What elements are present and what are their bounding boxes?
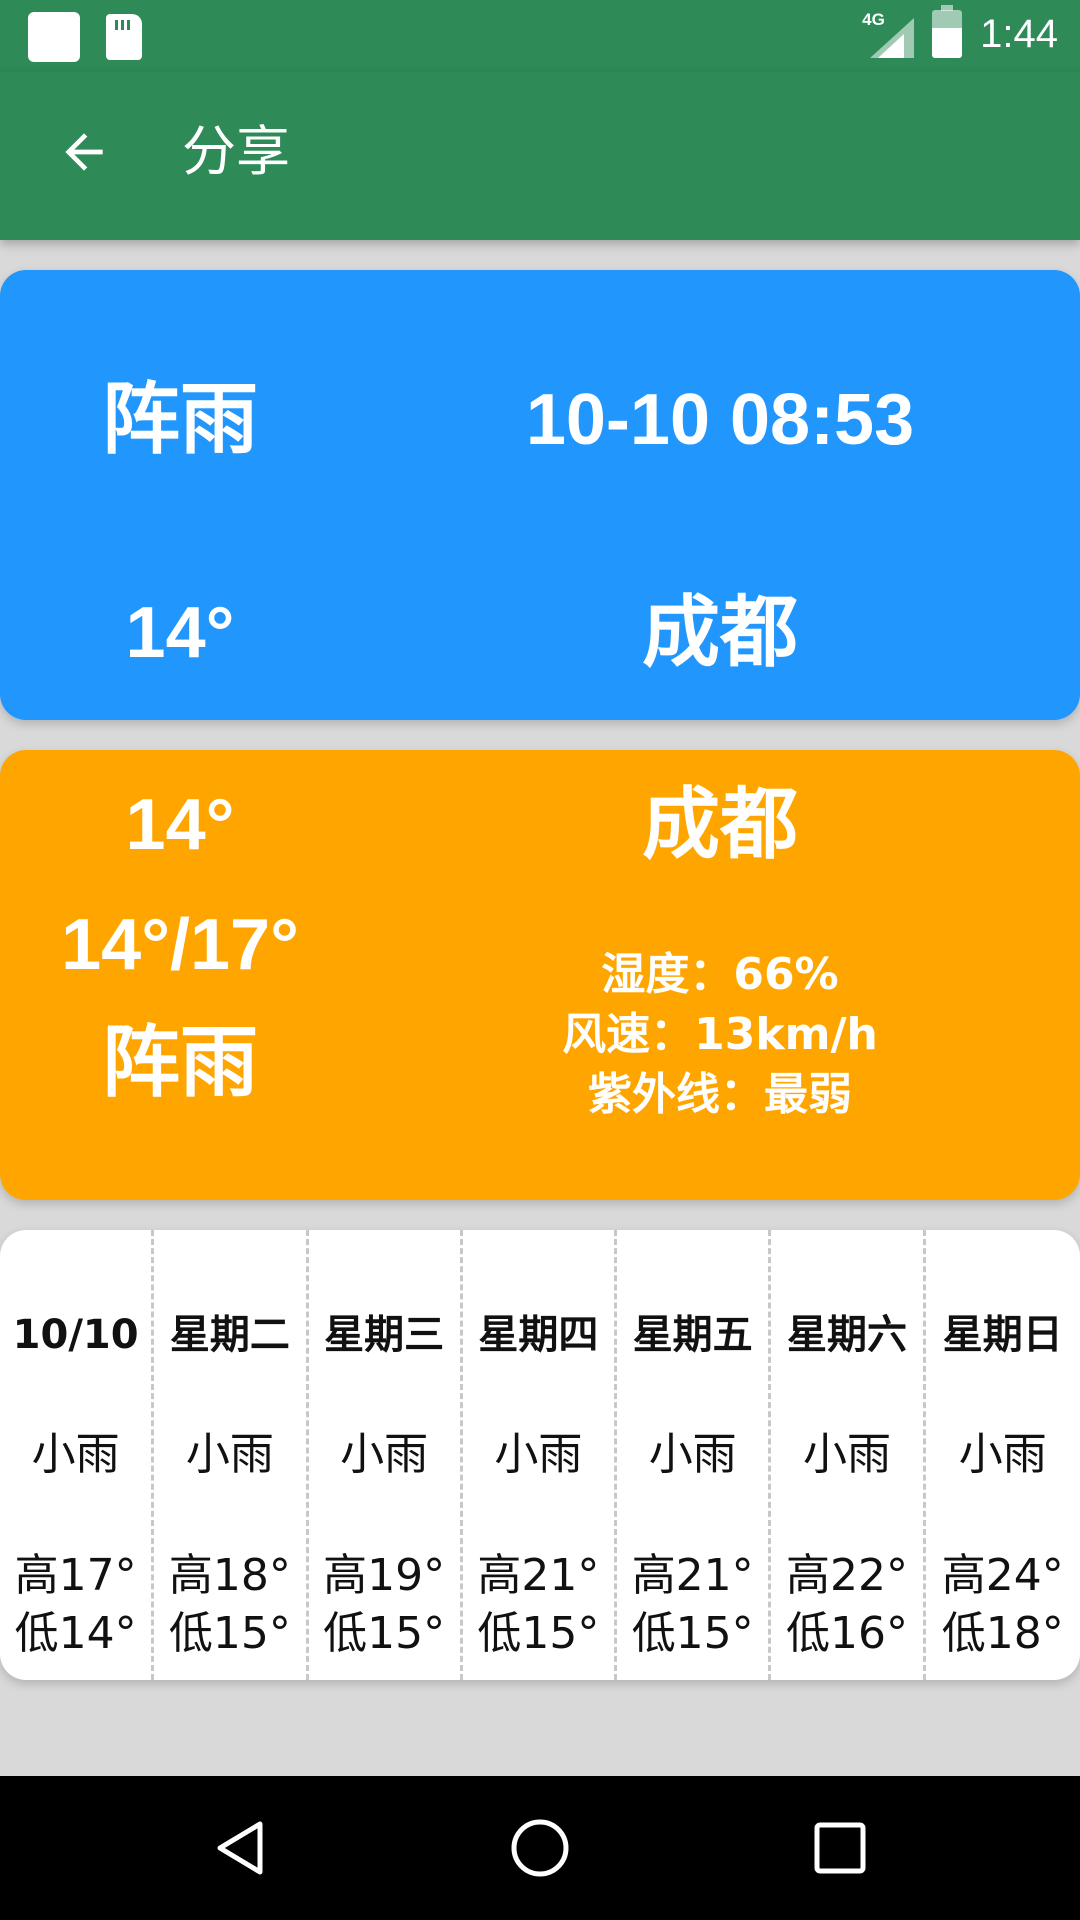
forecast-day-label: 星期四 xyxy=(478,1312,599,1358)
forecast-condition: 小雨 xyxy=(31,1429,120,1480)
forecast-day-label: 星期二 xyxy=(169,1312,290,1358)
nav-recents-button[interactable] xyxy=(790,1798,890,1898)
cell-signal-icon: 4G xyxy=(862,10,915,58)
forecast-high: 高21° xyxy=(631,1550,754,1601)
circle-home-icon xyxy=(511,1819,569,1877)
update-datetime: 10-10 08:53 xyxy=(525,380,915,460)
forecast-high: 高21° xyxy=(477,1550,600,1601)
forecast-day: 星期二 小雨 高18° 低15° xyxy=(154,1230,309,1680)
forecast-low: 低14° xyxy=(14,1608,137,1659)
current-condition: 阵雨 xyxy=(101,375,258,465)
sd-card-icon xyxy=(106,14,142,60)
forecast-day: 星期日 小雨 高24° 低18° xyxy=(926,1230,1080,1680)
forecast-high: 高19° xyxy=(323,1550,446,1601)
forecast-high: 高18° xyxy=(168,1550,291,1601)
forecast-high: 高17° xyxy=(14,1550,137,1601)
forecast-day: 星期四 小雨 高21° 低15° xyxy=(463,1230,618,1680)
forecast-low: 低15° xyxy=(631,1608,754,1659)
forecast-high: 高24° xyxy=(941,1550,1064,1601)
system-nav-bar xyxy=(0,1776,1080,1920)
wind-speed-text: 风速：13km/h xyxy=(562,1009,878,1060)
detail-temperature: 14° xyxy=(125,785,235,865)
nav-back-button[interactable] xyxy=(190,1798,290,1898)
arrow-left-icon xyxy=(65,133,103,171)
forecast-day-label: 星期三 xyxy=(324,1312,445,1358)
forecast-day: 星期六 小雨 高22° 低16° xyxy=(771,1230,926,1680)
status-bar: 4G 1:44 xyxy=(0,0,1080,72)
current-temperature: 14° xyxy=(125,593,235,673)
page-title: 分享 xyxy=(182,120,290,183)
forecast-condition: 小雨 xyxy=(648,1429,737,1480)
forecast-low: 低16° xyxy=(785,1608,908,1659)
forecast-day-label: 星期六 xyxy=(786,1312,907,1358)
forecast-day-label: 星期日 xyxy=(942,1312,1063,1358)
city-name: 成都 xyxy=(641,588,798,678)
weather-details: 湿度：66% 风速：13km/h 紫外线：最弱 xyxy=(420,945,1020,1125)
forecast-day: 星期五 小雨 高21° 低15° xyxy=(617,1230,772,1680)
current-weather-card: 阵雨 10-10 08:53 14° 成都 xyxy=(0,270,1080,720)
forecast-condition: 小雨 xyxy=(494,1429,583,1480)
forecast-day-label: 星期五 xyxy=(632,1312,753,1358)
forecast-day: 星期三 小雨 高19° 低15° xyxy=(309,1230,463,1680)
nav-home-button[interactable] xyxy=(490,1798,590,1898)
forecast-condition: 小雨 xyxy=(802,1429,891,1480)
square-recents-icon xyxy=(814,1822,866,1874)
forecast-condition: 小雨 xyxy=(185,1429,274,1480)
forecast-card: 10/10 小雨 高17° 低14° 星期二 小雨 高18° 低15° 星期三 … xyxy=(0,1230,1080,1680)
forecast-condition: 小雨 xyxy=(958,1429,1047,1480)
forecast-low: 低15° xyxy=(323,1608,446,1659)
back-button[interactable] xyxy=(44,112,124,192)
forecast-high: 高22° xyxy=(785,1550,908,1601)
triangle-back-icon xyxy=(217,1821,263,1875)
status-icons: 4G 1:44 xyxy=(862,5,1058,58)
forecast-low: 低18° xyxy=(941,1608,1064,1659)
forecast-low: 低15° xyxy=(477,1608,600,1659)
temperature-range: 14°/17° xyxy=(61,905,299,985)
notification-icons xyxy=(28,12,142,62)
detail-city-name: 成都 xyxy=(641,780,798,870)
forecast-low: 低15° xyxy=(168,1608,291,1659)
app-bar: 分享 xyxy=(0,72,1080,240)
battery-icon xyxy=(932,5,963,58)
detail-condition: 阵雨 xyxy=(101,1018,258,1108)
forecast-day: 10/10 小雨 高17° 低14° xyxy=(0,1230,155,1680)
weather-detail-card: 14° 14°/17° 阵雨 成都 湿度：66% 风速：13km/h 紫外线：最… xyxy=(0,750,1080,1200)
clock: 1:44 xyxy=(980,11,1058,56)
notification-square-icon xyxy=(28,12,80,62)
uv-index-text: 紫外线：最弱 xyxy=(588,1069,852,1120)
forecast-condition: 小雨 xyxy=(340,1429,429,1480)
humidity-text: 湿度：66% xyxy=(601,949,839,1000)
forecast-day-label: 10/10 xyxy=(12,1312,139,1358)
